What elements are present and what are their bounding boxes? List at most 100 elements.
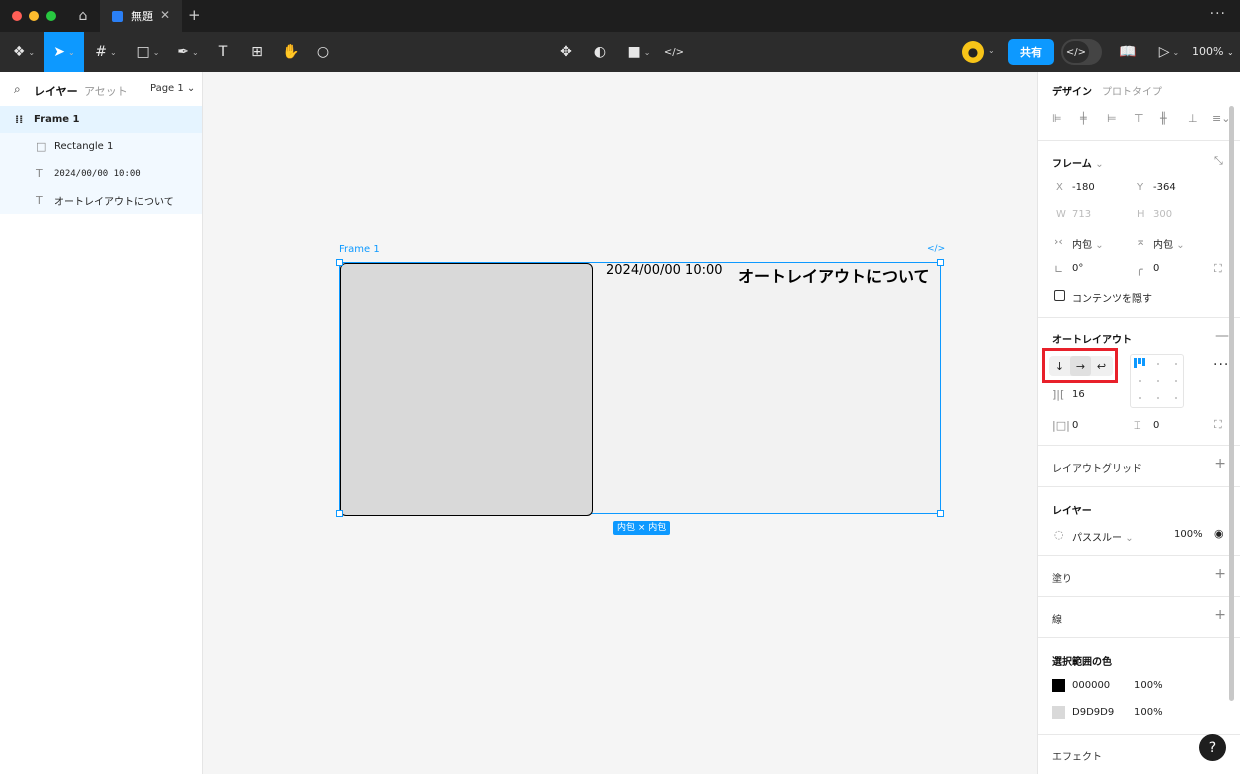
height-mode-dropdown[interactable]: 内包 ⌄	[1153, 236, 1185, 251]
individual-padding-icon[interactable]: ⛶	[1214, 418, 1222, 432]
home-icon[interactable]: ⌂	[68, 0, 98, 32]
layer-row-frame[interactable]: ⁞⁞ Frame 1	[0, 106, 202, 133]
canvas[interactable]: Frame 1 </> 2024/00/00 10:00 オートレイアウトについ…	[203, 72, 1037, 774]
frame-label[interactable]: Frame 1	[339, 244, 380, 255]
component-button[interactable]: ✥	[554, 32, 578, 72]
title-bar: ⌂ 無題 ✕ + ···	[0, 0, 1240, 32]
new-tab-icon[interactable]: +	[188, 6, 201, 24]
library-button[interactable]: 📖	[1116, 32, 1140, 72]
align-bottom-icon[interactable]: ⊥	[1188, 112, 1198, 125]
resize-handle-top-left[interactable]	[336, 259, 343, 266]
comment-tool-button[interactable]: ○	[310, 32, 336, 72]
tab-prototype[interactable]: プロトタイプ	[1102, 83, 1162, 98]
tab-design[interactable]: デザイン	[1052, 83, 1092, 98]
close-tab-icon[interactable]: ✕	[160, 8, 170, 22]
color-swatch[interactable]	[1052, 679, 1065, 692]
more-icon[interactable]: ···	[1210, 6, 1226, 22]
minimize-window-button[interactable]	[29, 11, 39, 21]
resize-handle-top-right[interactable]	[937, 259, 944, 266]
corner-radius-input[interactable]: 0	[1153, 263, 1159, 274]
chevron-down-icon: ⌄	[1226, 48, 1234, 57]
design-panel: デザイン プロトタイプ ⊫ ╪ ⊨ ⊤ ╫ ⊥ ≡⌄ フレーム ⌄ ⤡ X -1…	[1037, 72, 1240, 774]
independent-corners-icon[interactable]: ⛶	[1214, 262, 1222, 276]
y-input[interactable]: -364	[1153, 182, 1176, 193]
close-window-button[interactable]	[12, 11, 22, 21]
move-tool-button[interactable]: ➤ ⌄	[44, 32, 84, 72]
more-options-icon[interactable]: ···	[1213, 357, 1229, 373]
stroke-title: 線	[1052, 615, 1062, 626]
zoom-dropdown[interactable]: 100% ⌄	[1192, 45, 1234, 58]
right-panel-scrollbar[interactable]	[1229, 106, 1234, 701]
vertical-padding-input[interactable]: 0	[1153, 420, 1159, 431]
dev-mode-toggle[interactable]: </>	[1061, 39, 1102, 65]
layer-row-date-text[interactable]: T 2024/00/00 10:00	[0, 160, 202, 187]
tab-layers[interactable]: レイヤー	[34, 83, 78, 99]
align-left-icon[interactable]: ⊫	[1052, 112, 1062, 125]
rotation-input[interactable]: 0°	[1072, 263, 1083, 274]
color-opacity[interactable]: 100%	[1134, 707, 1163, 718]
page-dropdown[interactable]: Page 1 ⌄	[150, 83, 195, 94]
resize-handle-bottom-left[interactable]	[336, 510, 343, 517]
figma-file-icon	[112, 10, 123, 22]
hand-icon: ✋	[282, 44, 300, 60]
main-menu-button[interactable]: ❖ ⌄	[8, 32, 40, 72]
text-tool-button[interactable]: T	[210, 32, 236, 72]
eye-icon[interactable]: ◉	[1214, 527, 1224, 540]
y-label: Y	[1137, 182, 1144, 193]
frame-tool-button[interactable]: # ⌄	[88, 32, 124, 72]
rectangle-1[interactable]	[340, 263, 593, 516]
color-swatch[interactable]	[1052, 706, 1065, 719]
date-text[interactable]: 2024/00/00 10:00	[606, 263, 723, 278]
help-button[interactable]: ?	[1199, 734, 1226, 761]
resize-handle-bottom-right[interactable]	[937, 510, 944, 517]
w-input[interactable]: 713	[1072, 209, 1091, 220]
horizontal-padding-icon: |□|	[1052, 419, 1070, 432]
layer-row-rectangle[interactable]: □ Rectangle 1	[0, 133, 202, 160]
frame-title-text: フレーム	[1052, 159, 1092, 170]
color-opacity[interactable]: 100%	[1134, 680, 1163, 691]
tab-assets[interactable]: アセット	[84, 83, 128, 99]
frame-section-title[interactable]: フレーム ⌄	[1052, 155, 1104, 170]
file-tab[interactable]: 無題 ✕	[100, 0, 182, 32]
heading-text[interactable]: オートレイアウトについて	[738, 263, 930, 287]
frame-1[interactable]: 2024/00/00 10:00 オートレイアウトについて	[336, 259, 944, 517]
add-stroke-icon[interactable]: +	[1214, 607, 1226, 623]
maximize-window-button[interactable]	[46, 11, 56, 21]
code-button[interactable]: </>	[662, 32, 686, 72]
boolean-button[interactable]: ■ ⌄	[622, 32, 656, 72]
present-button[interactable]: ▷ ⌄	[1154, 32, 1184, 72]
mask-button[interactable]: ◐	[588, 32, 612, 72]
distribute-icon[interactable]: ≡⌄	[1212, 112, 1230, 125]
share-button[interactable]: 共有	[1008, 39, 1054, 65]
layer-opacity-input[interactable]: 100%	[1174, 529, 1203, 540]
remove-auto-layout-icon[interactable]: —	[1215, 328, 1229, 344]
h-input[interactable]: 300	[1153, 209, 1172, 220]
color-hex[interactable]: 000000	[1072, 680, 1110, 691]
pen-tool-button[interactable]: ✒ ⌄	[170, 32, 206, 72]
align-center-v-icon[interactable]: ╫	[1160, 112, 1167, 125]
blend-mode-dropdown[interactable]: パススルー ⌄	[1072, 529, 1134, 544]
gap-input[interactable]: 16	[1072, 389, 1085, 400]
shape-tool-button[interactable]: □ ⌄	[130, 32, 166, 72]
x-input[interactable]: -180	[1072, 182, 1095, 193]
alignment-grid[interactable]	[1130, 354, 1184, 408]
width-mode-dropdown[interactable]: 内包 ⌄	[1072, 236, 1104, 251]
color-hex[interactable]: D9D9D9	[1072, 707, 1114, 718]
align-center-h-icon[interactable]: ╪	[1080, 112, 1087, 125]
clip-content-checkbox[interactable]	[1054, 290, 1065, 301]
add-layout-grid-icon[interactable]: +	[1214, 456, 1226, 472]
hand-tool-button[interactable]: ✋	[278, 32, 304, 72]
avatar[interactable]: ●	[962, 41, 984, 63]
align-right-icon[interactable]: ⊨	[1107, 112, 1117, 125]
search-icon[interactable]: ⌕	[14, 82, 21, 97]
boolean-icon: ■	[627, 44, 641, 60]
resources-button[interactable]: ⊞	[244, 32, 270, 72]
horizontal-padding-input[interactable]: 0	[1072, 420, 1078, 431]
code-icon[interactable]: </>	[927, 244, 945, 254]
collapse-icon[interactable]: ⤡	[1214, 154, 1223, 168]
layer-name: Frame 1	[34, 114, 80, 125]
layer-row-heading-text[interactable]: T オートレイアウトについて	[0, 187, 202, 214]
chevron-down-icon[interactable]: ⌄	[988, 46, 995, 55]
align-top-icon[interactable]: ⊤	[1134, 112, 1144, 125]
add-fill-icon[interactable]: +	[1214, 566, 1226, 582]
